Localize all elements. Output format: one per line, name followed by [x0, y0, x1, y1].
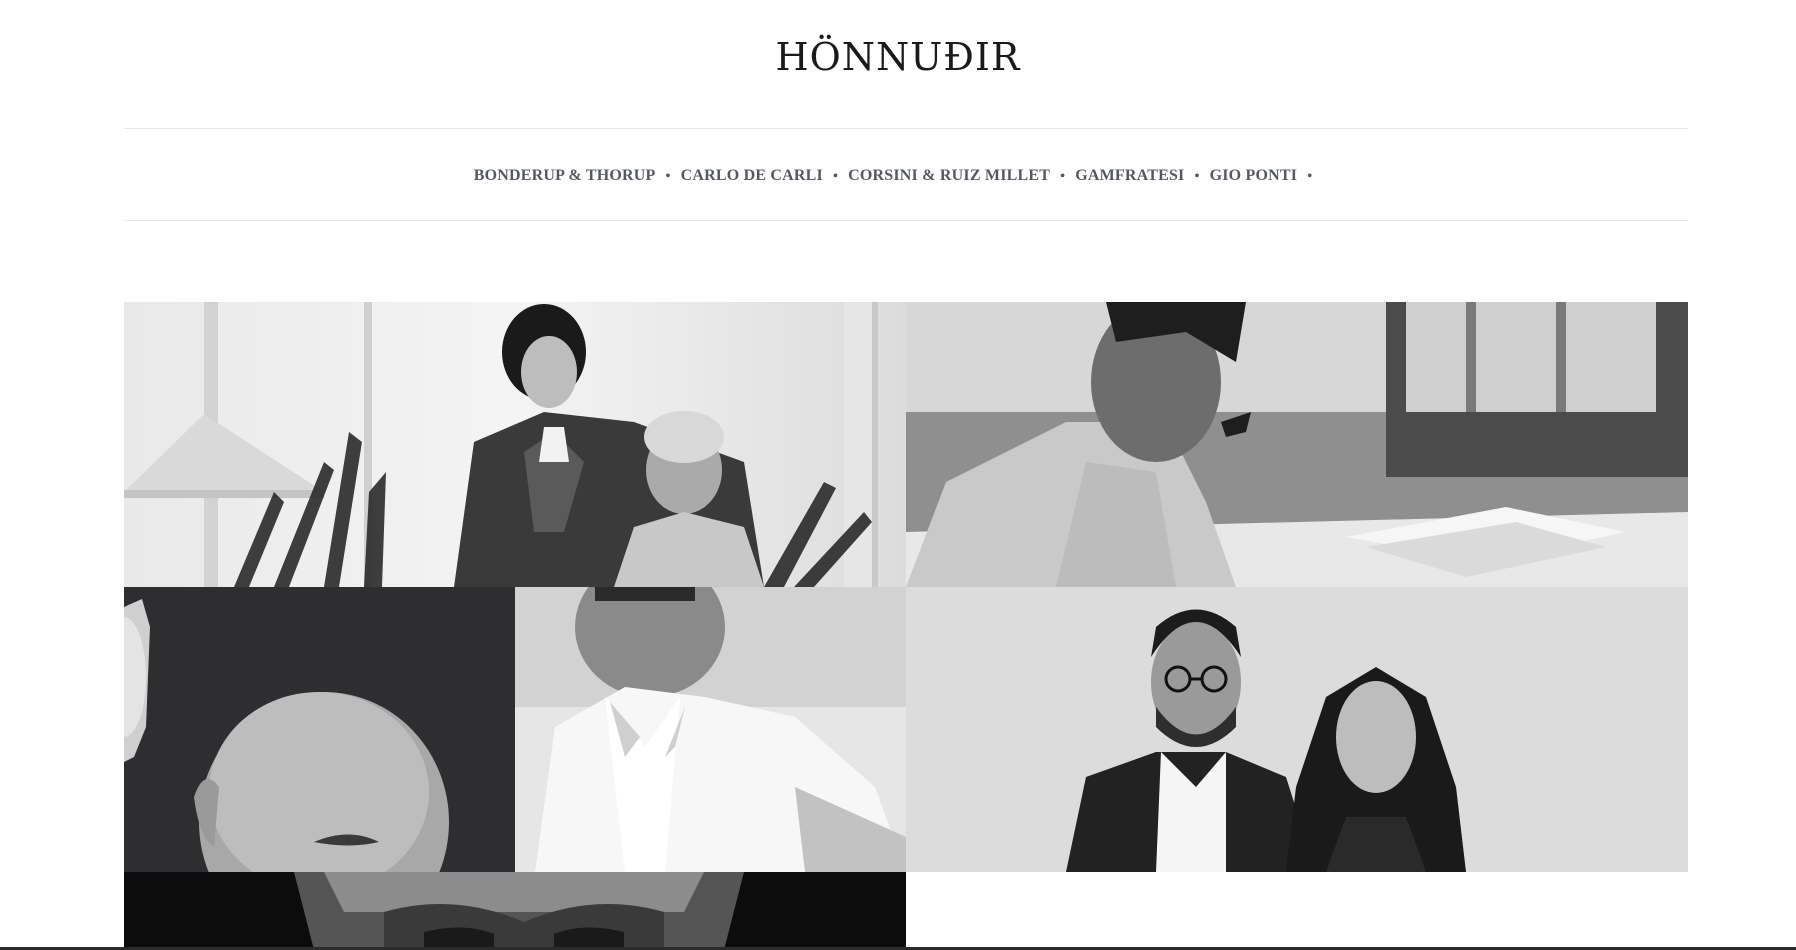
- nav-separator: •: [1060, 169, 1066, 184]
- nav-item-bonderup-thorup[interactable]: BONDERUP & THORUP: [474, 164, 656, 188]
- photo-gamfratesi: [906, 587, 1688, 872]
- designer-tile-carlo-de-carli[interactable]: [906, 302, 1688, 587]
- nav-item-carlo-de-carli[interactable]: CARLO DE CARLI: [681, 164, 823, 188]
- nav-separator: •: [1194, 169, 1200, 184]
- nav-item-corsini-ruiz-millet[interactable]: CORSINI & RUIZ MILLET: [848, 164, 1050, 188]
- designer-tile-gio-ponti[interactable]: [124, 872, 906, 950]
- nav-separator: •: [665, 169, 671, 184]
- designer-tile-corsini[interactable]: [124, 587, 515, 872]
- photo-ruiz-millet: [515, 587, 906, 872]
- photo-bonderup-thorup: [124, 302, 906, 587]
- page-title: HÖNNUÐIR: [775, 35, 1021, 79]
- photo-corsini: [124, 587, 515, 872]
- photo-gio-ponti: [124, 872, 906, 950]
- designer-nav: BONDERUP & THORUP • CARLO DE CARLI • CORSINI…: [0, 164, 1796, 189]
- nav-item-gamfratesi[interactable]: GAMFRATESI: [1075, 164, 1184, 188]
- nav-item-gio-ponti[interactable]: GIO PONTI: [1210, 164, 1298, 188]
- designer-tile-ruiz-millet[interactable]: [515, 587, 906, 872]
- divider-top: [124, 128, 1688, 129]
- designer-tile-gamfratesi[interactable]: [906, 587, 1688, 872]
- divider-bottom: [124, 220, 1688, 221]
- nav-separator: •: [832, 169, 839, 184]
- photo-carlo-de-carli: [906, 302, 1688, 587]
- nav-separator: •: [1307, 169, 1313, 184]
- designer-tile-bonderup-thorup[interactable]: [124, 302, 906, 587]
